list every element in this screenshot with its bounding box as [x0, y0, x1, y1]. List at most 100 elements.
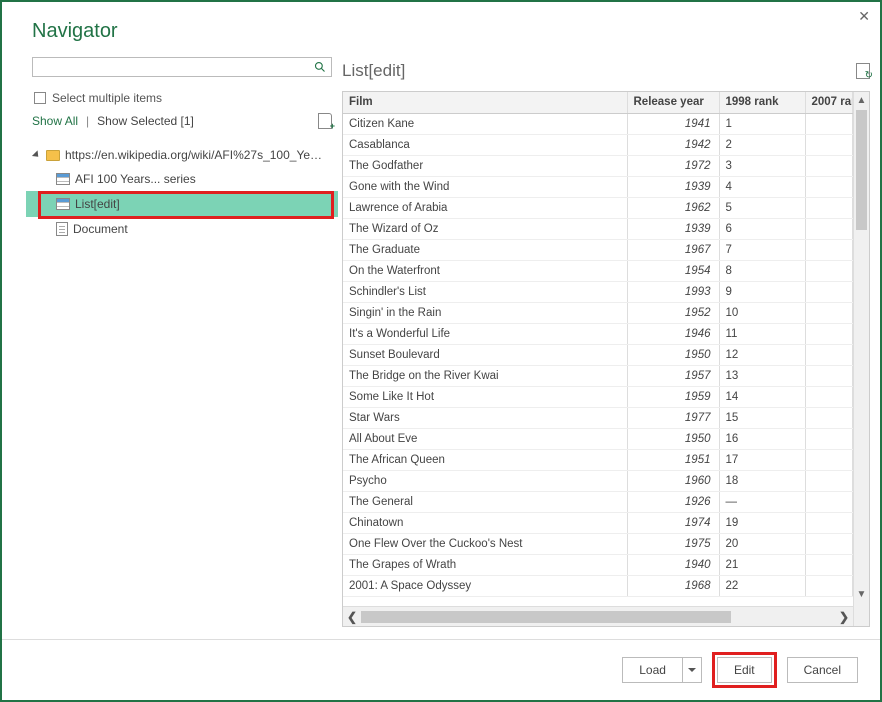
- search-icon[interactable]: [309, 58, 331, 76]
- refresh-preview-icon[interactable]: [856, 63, 870, 79]
- cell-rank: 8: [719, 260, 805, 281]
- table-row[interactable]: On the Waterfront19548: [343, 260, 853, 281]
- search-box[interactable]: [32, 57, 332, 77]
- scroll-down-icon[interactable]: ▼: [854, 586, 869, 602]
- load-button[interactable]: Load: [622, 657, 702, 683]
- horizontal-scrollbar[interactable]: ❮ ❯: [343, 606, 853, 626]
- table-row[interactable]: One Flew Over the Cuckoo's Nest197520: [343, 533, 853, 554]
- edit-button[interactable]: Edit: [717, 657, 772, 683]
- cell-film: The African Queen: [343, 449, 627, 470]
- chevron-down-icon: [688, 668, 696, 672]
- cancel-button[interactable]: Cancel: [787, 657, 858, 683]
- table-row[interactable]: Gone with the Wind19394: [343, 176, 853, 197]
- load-dropdown-caret[interactable]: [683, 668, 701, 672]
- scroll-thumb[interactable]: [361, 611, 731, 623]
- table-row[interactable]: The General1926—: [343, 491, 853, 512]
- table-row[interactable]: The Wizard of Oz19396: [343, 218, 853, 239]
- cell-2007: [805, 512, 853, 533]
- dialog-footer: Load Edit Cancel: [2, 639, 880, 700]
- cell-year: 1972: [627, 155, 719, 176]
- table-row[interactable]: 2001: A Space Odyssey196822: [343, 575, 853, 596]
- cell-rank: 21: [719, 554, 805, 575]
- table-row[interactable]: Citizen Kane19411: [343, 113, 853, 134]
- table-row[interactable]: Psycho196018: [343, 470, 853, 491]
- cell-year: 1954: [627, 260, 719, 281]
- select-multiple-row[interactable]: Select multiple items: [34, 91, 332, 105]
- scroll-right-icon[interactable]: ❯: [835, 610, 853, 624]
- table-row[interactable]: The Graduate19677: [343, 239, 853, 260]
- cell-rank: 15: [719, 407, 805, 428]
- cell-2007: [805, 260, 853, 281]
- tree-item-label: Document: [73, 222, 128, 236]
- table-row[interactable]: Star Wars197715: [343, 407, 853, 428]
- cell-year: 1939: [627, 218, 719, 239]
- cell-film: The Godfather: [343, 155, 627, 176]
- table-row[interactable]: Sunset Boulevard195012: [343, 344, 853, 365]
- table-row[interactable]: The Grapes of Wrath194021: [343, 554, 853, 575]
- table-row[interactable]: Chinatown197419: [343, 512, 853, 533]
- cell-year: 1952: [627, 302, 719, 323]
- preview-table: Film Release year 1998 rank 2007 rank Ci…: [343, 92, 853, 597]
- table-row[interactable]: Lawrence of Arabia19625: [343, 197, 853, 218]
- table-row[interactable]: The African Queen195117: [343, 449, 853, 470]
- cell-2007: [805, 113, 853, 134]
- dialog-title: Navigator: [2, 2, 880, 57]
- col-header-rank[interactable]: 1998 rank: [719, 92, 805, 113]
- tree-root[interactable]: https://en.wikipedia.org/wiki/AFI%27s_10…: [32, 143, 332, 167]
- tree-item-document[interactable]: Document: [32, 217, 332, 241]
- options-icon[interactable]: [318, 113, 332, 129]
- load-button-label: Load: [623, 658, 683, 682]
- cell-year: 1946: [627, 323, 719, 344]
- vertical-scrollbar[interactable]: ▲ ▼: [853, 92, 869, 626]
- cell-year: 1957: [627, 365, 719, 386]
- cell-rank: 7: [719, 239, 805, 260]
- cell-year: 1940: [627, 554, 719, 575]
- table-row[interactable]: It's a Wonderful Life194611: [343, 323, 853, 344]
- cell-2007: [805, 554, 853, 575]
- table-row[interactable]: Some Like It Hot195914: [343, 386, 853, 407]
- expand-icon[interactable]: [32, 150, 41, 159]
- close-icon[interactable]: ✕: [858, 8, 870, 25]
- cell-rank: 17: [719, 449, 805, 470]
- cell-2007: [805, 323, 853, 344]
- cell-year: 1939: [627, 176, 719, 197]
- cell-rank: 4: [719, 176, 805, 197]
- scroll-up-icon[interactable]: ▲: [854, 92, 869, 108]
- tree-item-label: AFI 100 Years... series: [75, 172, 196, 186]
- table-row[interactable]: The Godfather19723: [343, 155, 853, 176]
- table-row[interactable]: Singin' in the Rain195210: [343, 302, 853, 323]
- tree-item-list-edit[interactable]: List[edit]: [26, 191, 338, 217]
- navigator-dialog: ✕ Navigator Select multiple items Show A…: [0, 0, 882, 702]
- cell-year: 1968: [627, 575, 719, 596]
- table-row[interactable]: Casablanca19422: [343, 134, 853, 155]
- cell-rank: 13: [719, 365, 805, 386]
- cell-film: Casablanca: [343, 134, 627, 155]
- show-all-link[interactable]: Show All: [32, 114, 78, 128]
- cell-film: The Grapes of Wrath: [343, 554, 627, 575]
- cell-year: 1977: [627, 407, 719, 428]
- table-row[interactable]: All About Eve195016: [343, 428, 853, 449]
- col-header-2007[interactable]: 2007 rank: [805, 92, 853, 113]
- checkbox-icon[interactable]: [34, 92, 46, 104]
- cell-year: 1941: [627, 113, 719, 134]
- cell-film: Lawrence of Arabia: [343, 197, 627, 218]
- cell-2007: [805, 197, 853, 218]
- search-input[interactable]: [33, 58, 309, 76]
- table-row[interactable]: The Bridge on the River Kwai195713: [343, 365, 853, 386]
- cell-2007: [805, 533, 853, 554]
- col-header-film[interactable]: Film: [343, 92, 627, 113]
- cell-year: 1962: [627, 197, 719, 218]
- col-header-year[interactable]: Release year: [627, 92, 719, 113]
- scroll-left-icon[interactable]: ❮: [343, 610, 361, 624]
- table-row[interactable]: Schindler's List19939: [343, 281, 853, 302]
- highlight-annotation: Edit: [712, 652, 777, 688]
- cell-year: 1959: [627, 386, 719, 407]
- cell-rank: 2: [719, 134, 805, 155]
- show-selected-link[interactable]: Show Selected [1]: [97, 114, 194, 128]
- cell-year: 1974: [627, 512, 719, 533]
- cell-year: 1960: [627, 470, 719, 491]
- tree-item-afi-series[interactable]: AFI 100 Years... series: [32, 167, 332, 191]
- cell-2007: [805, 449, 853, 470]
- scroll-thumb[interactable]: [856, 110, 867, 230]
- tree-item-label: List[edit]: [75, 197, 120, 211]
